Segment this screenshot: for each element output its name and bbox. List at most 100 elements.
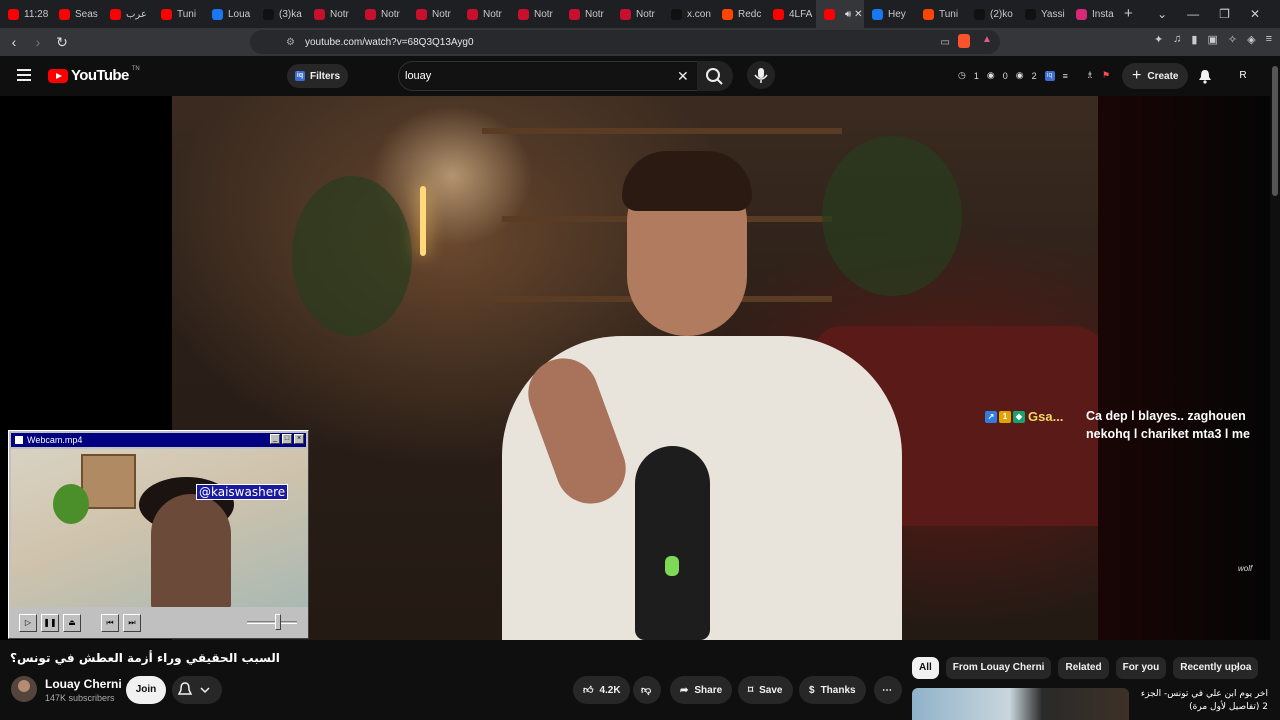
chip-all[interactable]: All bbox=[912, 657, 939, 679]
youtube-icon bbox=[773, 8, 784, 20]
plant bbox=[822, 136, 962, 296]
browser-tab[interactable]: Notr bbox=[357, 0, 408, 28]
channel-avatar[interactable] bbox=[11, 676, 37, 702]
url-field[interactable]: ⚙ youtube.com/watch?v=68Q3Q13Ayg0 ▭ bbox=[250, 30, 1000, 54]
dislike-button[interactable]: 👎︎ bbox=[633, 676, 661, 704]
voice-search-button[interactable] bbox=[747, 61, 775, 89]
tiktok-icon bbox=[974, 8, 985, 20]
video-side-shade bbox=[1098, 96, 1270, 640]
eject-icon[interactable]: ⏏ bbox=[63, 614, 81, 632]
browser-tab[interactable]: Notr bbox=[612, 0, 663, 28]
browser-tab[interactable]: 11:28 bbox=[0, 0, 51, 28]
back-icon[interactable]: ‹ bbox=[4, 34, 24, 50]
forward-icon[interactable]: › bbox=[28, 34, 48, 50]
tab-audio-close-icon[interactable]: 🔊︎ ✕ bbox=[845, 9, 862, 20]
minimize-button[interactable]: — bbox=[1187, 7, 1199, 21]
chip-filter[interactable]: From Louay Cherni bbox=[945, 657, 1052, 679]
account-avatar[interactable]: R bbox=[1233, 66, 1253, 86]
n-icon bbox=[518, 8, 529, 20]
site-info-icon[interactable]: ⚙ bbox=[286, 37, 295, 48]
browser-tab[interactable]: عرب bbox=[102, 0, 153, 28]
browser-tab[interactable]: Notr bbox=[510, 0, 561, 28]
microphone-light bbox=[665, 556, 679, 576]
browser-tab[interactable]: Notr bbox=[408, 0, 459, 28]
tab-search-icon[interactable]: ⌄ bbox=[1157, 7, 1167, 21]
browser-tab[interactable]: Redc bbox=[714, 0, 765, 28]
brave-shield-icon[interactable] bbox=[958, 34, 970, 48]
next-icon[interactable]: ⏭ bbox=[123, 614, 141, 632]
browser-tab-label: (3)ka bbox=[279, 8, 302, 20]
browser-tab[interactable]: Yassi bbox=[1017, 0, 1068, 28]
chip-filter[interactable]: For you bbox=[1115, 657, 1167, 679]
recommended-video-thumbnail[interactable] bbox=[912, 688, 1129, 720]
new-tab-button[interactable]: + bbox=[1124, 5, 1133, 22]
like-button[interactable]: 👍︎ 4.2K bbox=[573, 676, 630, 704]
browser-tab[interactable]: Loua bbox=[204, 0, 255, 28]
create-button[interactable]: + Create bbox=[1122, 63, 1189, 89]
previous-icon[interactable]: ⏮ bbox=[101, 614, 119, 632]
clear-search-icon[interactable]: ✕ bbox=[677, 68, 689, 85]
pause-icon[interactable]: ❚❚ bbox=[41, 614, 59, 632]
recommended-video-title[interactable]: اخر يوم ابن علي في تونس- الجزء 2 (تفاصيل… bbox=[1134, 688, 1268, 714]
browser-tab[interactable]: Notr bbox=[561, 0, 612, 28]
browser-tab-label: عرب bbox=[126, 8, 147, 20]
join-button[interactable]: Join bbox=[126, 676, 166, 704]
menu-icon[interactable]: ≡ bbox=[1266, 33, 1272, 46]
search-icon bbox=[706, 68, 723, 85]
extensions-icon[interactable]: ✦ bbox=[1154, 33, 1163, 46]
browser-tab[interactable]: (2)ko bbox=[966, 0, 1017, 28]
thanks-button[interactable]: $ Thanks bbox=[799, 676, 866, 704]
scrollbar-thumb[interactable] bbox=[1272, 66, 1278, 196]
browser-tab[interactable]: Notr bbox=[459, 0, 510, 28]
list-icon: ≡ bbox=[1062, 70, 1068, 81]
browser-tab[interactable]: 4LFA bbox=[765, 0, 816, 28]
close-icon[interactable]: × bbox=[294, 434, 304, 444]
channel-name[interactable]: Louay Cherni bbox=[45, 677, 122, 691]
leo-icon[interactable]: ✧ bbox=[1228, 33, 1237, 46]
save-button[interactable]: ⌑ Save bbox=[738, 676, 793, 704]
close-window-button[interactable]: ✕ bbox=[1250, 7, 1260, 21]
browser-tab[interactable]: Insta bbox=[1068, 0, 1119, 28]
cast-icon[interactable]: ▭ bbox=[941, 37, 950, 48]
browser-tab[interactable]: Tuni bbox=[153, 0, 204, 28]
chip-filter[interactable]: Related bbox=[1058, 657, 1109, 679]
extension-stats[interactable]: ◷ 1 ◉ 0 ◉ 2 iq ≡ ♗ ⚑ bbox=[958, 70, 1110, 81]
page-scrollbar[interactable] bbox=[1270, 56, 1280, 720]
browser-tab-label: Insta bbox=[1092, 8, 1114, 20]
volume-slider-track[interactable] bbox=[247, 621, 297, 624]
music-icon[interactable]: ♫ bbox=[1173, 33, 1181, 46]
search-button[interactable] bbox=[697, 61, 733, 91]
play-icon[interactable]: ▷ bbox=[19, 614, 37, 632]
browser-tab[interactable]: 🔊︎ ✕ bbox=[816, 0, 864, 28]
media-player-icon bbox=[15, 436, 23, 444]
reload-icon[interactable]: ↻ bbox=[52, 34, 72, 51]
notifications-bell-icon[interactable] bbox=[1197, 68, 1213, 84]
maximize-icon[interactable]: □ bbox=[282, 434, 292, 444]
brave-rewards-icon[interactable]: ▲ bbox=[982, 34, 992, 45]
plus-icon: + bbox=[1132, 67, 1142, 84]
browser-tab[interactable]: (3)ka bbox=[255, 0, 306, 28]
vpn-icon[interactable]: ◈ bbox=[1247, 33, 1255, 46]
search-input[interactable] bbox=[405, 67, 665, 85]
browser-tab[interactable]: Hey bbox=[864, 0, 915, 28]
browser-tab[interactable]: Tuni bbox=[915, 0, 966, 28]
share-button[interactable]: ➦ Share bbox=[670, 676, 733, 704]
sidebar-icon[interactable]: ▮ bbox=[1191, 33, 1197, 46]
maximize-button[interactable]: ❐ bbox=[1219, 7, 1230, 21]
browser-tab[interactable]: x.con bbox=[663, 0, 714, 28]
more-actions-button[interactable]: ⋯ bbox=[874, 676, 902, 704]
subscriber-count: 147K subscribers bbox=[45, 693, 115, 703]
webcam-titlebar[interactable]: Webcam.mp4 _ □ × bbox=[11, 433, 306, 447]
webcam-window[interactable]: Webcam.mp4 _ □ × @kaiswashere ▷ ❚❚ ⏏ ⏮ ⏭ bbox=[8, 430, 309, 639]
filters-button[interactable]: iq Filters bbox=[287, 64, 349, 88]
minimize-icon[interactable]: _ bbox=[270, 434, 280, 444]
hamburger-menu-icon[interactable] bbox=[17, 69, 31, 84]
browser-tab[interactable]: Notr bbox=[306, 0, 357, 28]
browser-tab[interactable]: Seas bbox=[51, 0, 102, 28]
chevron-right-icon[interactable]: › bbox=[1236, 661, 1240, 675]
wallet-icon[interactable]: ▣ bbox=[1207, 33, 1217, 46]
chip-filter[interactable]: Recently uploa bbox=[1173, 657, 1259, 679]
subscription-bell-button[interactable] bbox=[172, 676, 222, 704]
youtube-logo[interactable]: YouTube TN bbox=[48, 66, 140, 84]
volume-slider-knob[interactable] bbox=[275, 614, 281, 630]
